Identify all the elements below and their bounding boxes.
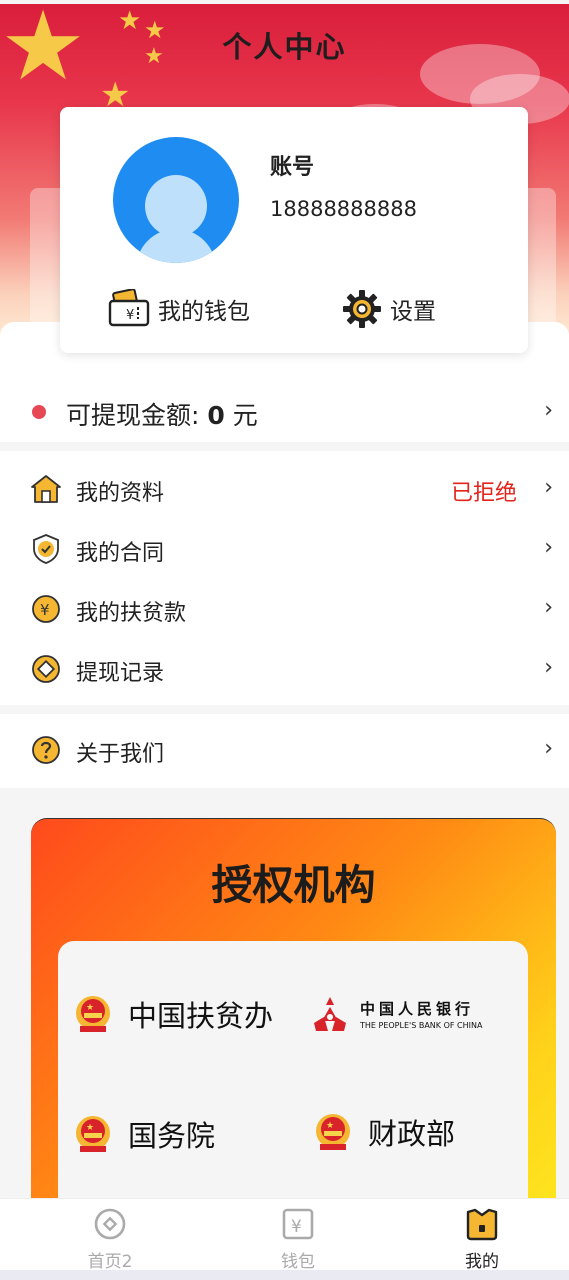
settings-button[interactable]: 设置 — [342, 287, 436, 331]
page: ★ ★ ★ ★ ★ 个人中心 账号 18888888888 ¥ 我的钱包 设置 … — [0, 0, 569, 1280]
menu-item-contract[interactable]: 我的合同 › — [0, 519, 569, 579]
page-title: 个人中心 — [222, 30, 347, 64]
bottom-tab-bar: 首页2 ¥ 钱包 我的 — [0, 1198, 569, 1272]
menu-item-label: 我的资料 — [76, 481, 165, 506]
authorized-institutions-panel: 授权机构 ★ 中国扶贫办 中国人民银行 THE PEOPLE'S BANK OF… — [31, 818, 556, 1218]
account-label: 账号 — [270, 155, 315, 180]
shield-check-icon — [33, 534, 59, 564]
pboc-name-en: THE PEOPLE'S BANK OF CHINA — [360, 1021, 483, 1030]
institutions-box: ★ 中国扶贫办 中国人民银行 THE PEOPLE'S BANK OF CHIN… — [58, 941, 528, 1218]
home-coin-icon — [94, 1208, 126, 1240]
national-emblem-icon: ★ — [76, 996, 110, 1032]
org-name: 中国扶贫办 — [128, 999, 274, 1033]
wallet-label: 我的钱包 — [158, 299, 250, 325]
tab-mine[interactable]: 我的 — [427, 1207, 537, 1272]
question-icon — [32, 736, 60, 764]
balance-unit: 元 — [224, 401, 258, 430]
org-name: 国务院 — [128, 1119, 216, 1153]
menu-item-profile[interactable]: 我的资料 已拒绝 › — [0, 459, 569, 519]
menu-item-label: 提现记录 — [76, 661, 165, 686]
chevron-right-icon: › — [544, 595, 553, 620]
wallet-yuan-icon: ¥ — [282, 1208, 314, 1240]
avatar-head — [145, 175, 207, 237]
svg-text:★: ★ — [86, 1003, 94, 1013]
org-ministry-finance: ★ 财政部 — [314, 1111, 455, 1153]
profile-card: 账号 18888888888 ¥ 我的钱包 设置 — [60, 107, 528, 353]
settings-label: 设置 — [390, 299, 436, 325]
chevron-right-icon: › — [544, 475, 553, 500]
tab-home[interactable]: 首页2 — [55, 1207, 165, 1272]
pboc-name-cn: 中国人民银行 — [360, 1000, 475, 1018]
svg-text:¥: ¥ — [40, 601, 50, 619]
menu-list: 我的资料 已拒绝 › 我的合同 › ¥ 我的扶贫款 › 提现记录 › — [0, 451, 569, 705]
status-badge: 已拒绝 — [450, 481, 517, 506]
chevron-right-icon: › — [544, 736, 553, 761]
chevron-right-icon: › — [544, 535, 553, 560]
menu-item-label: 我的合同 — [76, 541, 165, 566]
tab-label: 钱包 — [281, 1252, 315, 1272]
national-emblem-icon: ★ — [76, 1116, 110, 1152]
bottom-edge — [0, 1270, 569, 1280]
chevron-right-icon: › — [544, 655, 553, 680]
wallet-icon: ¥ — [108, 289, 150, 327]
tab-label: 首页2 — [87, 1252, 133, 1272]
org-name: 财政部 — [368, 1117, 456, 1151]
avatar-body — [136, 229, 216, 263]
tab-wallet[interactable]: ¥ 钱包 — [243, 1207, 353, 1272]
menu-item-about: 关于我们 › — [0, 720, 569, 780]
balance-text: 可提现金额: 0 元 — [66, 396, 258, 432]
yuan-coin-icon: ¥ — [32, 595, 60, 623]
avatar[interactable] — [113, 137, 239, 263]
svg-text:¥: ¥ — [126, 308, 134, 323]
menu-item-label: 关于我们 — [76, 742, 165, 767]
svg-text:¥: ¥ — [291, 1217, 302, 1237]
menu-item-withdraw-history[interactable]: 提现记录 › — [0, 639, 569, 699]
profile-icon — [466, 1208, 498, 1241]
menu-item-label: 我的扶贫款 — [76, 601, 187, 626]
gear-icon — [343, 290, 381, 328]
balance-dot-icon — [32, 405, 46, 419]
pboc-logo-icon — [314, 997, 346, 1031]
account-number: 18888888888 — [270, 197, 417, 221]
balance-amount: 0 — [207, 401, 225, 430]
org-state-council: ★ 国务院 — [74, 1113, 215, 1155]
org-poverty-office: ★ 中国扶贫办 — [74, 993, 273, 1035]
national-emblem-icon: ★ — [316, 1114, 350, 1150]
menu-item-poverty-fund[interactable]: ¥ 我的扶贫款 › — [0, 579, 569, 639]
auth-title: 授权机构 — [211, 861, 376, 909]
svg-text:★: ★ — [326, 1121, 334, 1131]
chevron-right-icon: › — [544, 398, 553, 423]
wallet-button[interactable]: ¥ 我的钱包 — [108, 287, 250, 331]
diamond-coin-icon — [32, 655, 60, 683]
house-icon — [31, 475, 61, 503]
tab-label: 我的 — [465, 1252, 499, 1272]
balance-label: 可提现金额: — [66, 401, 208, 430]
withdrawable-balance-row[interactable]: 可提现金额: 0 元 › — [0, 384, 569, 442]
about-us-row[interactable]: 关于我们 › — [0, 714, 569, 788]
svg-text:★: ★ — [86, 1123, 94, 1133]
org-pboc: 中国人民银行 THE PEOPLE'S BANK OF CHINA — [310, 995, 482, 1033]
